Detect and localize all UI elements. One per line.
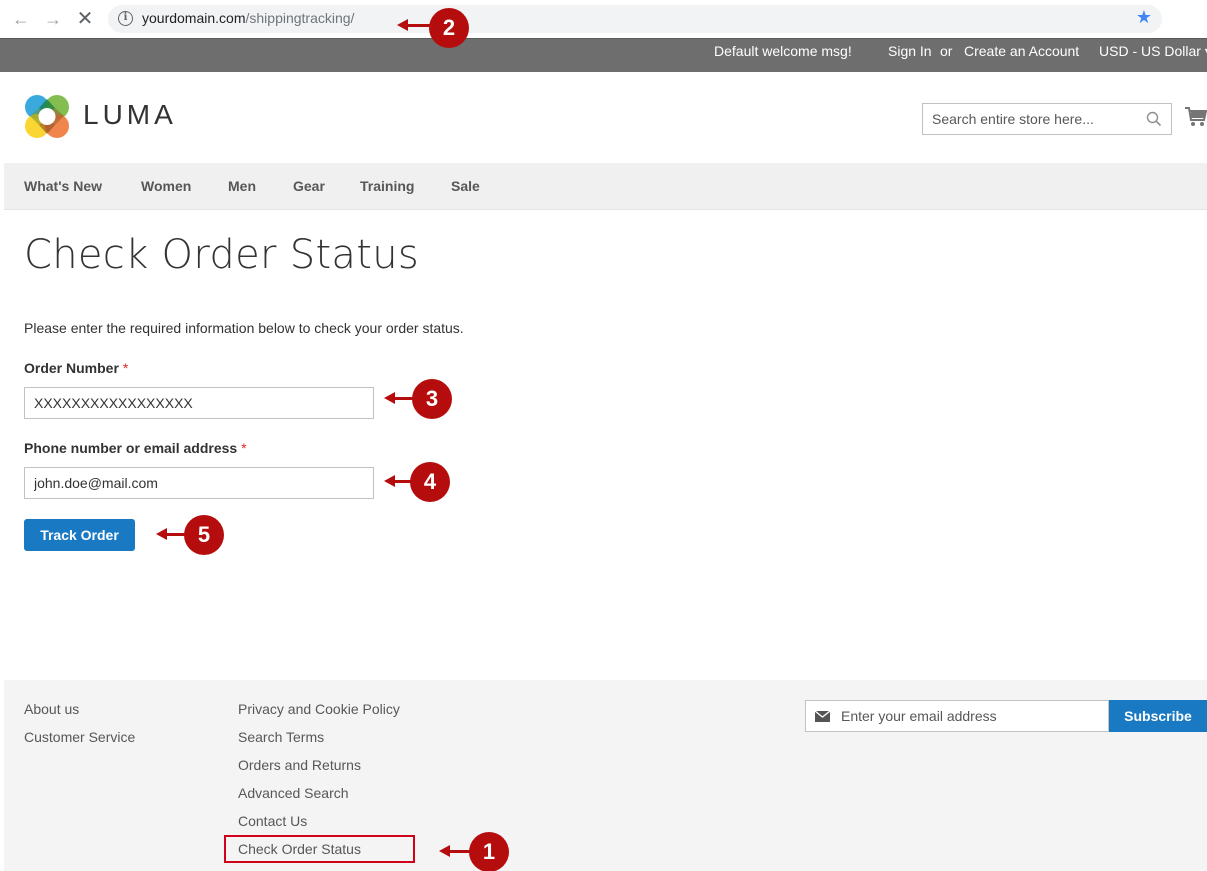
annotation-callout-3: 3	[412, 379, 452, 419]
nav-item-women[interactable]: Women	[141, 178, 191, 194]
annotation-callout-5: 5	[184, 515, 224, 555]
annotation-arrow-2	[397, 19, 431, 31]
newsletter-email-input[interactable]	[836, 701, 1106, 731]
search-icon[interactable]	[1146, 111, 1162, 127]
annotation-highlight-box	[224, 835, 415, 863]
forward-arrow-icon[interactable]: →	[42, 8, 64, 30]
order-number-label-text: Order Number	[24, 360, 119, 376]
annotation-callout-4: 4	[410, 462, 450, 502]
currency-switcher[interactable]: USD - US Dollar ▾	[1099, 43, 1207, 60]
search-input[interactable]	[923, 104, 1143, 134]
step-number: 5	[184, 515, 224, 555]
bookmark-star-icon[interactable]: ★	[1136, 7, 1152, 28]
nav-item-gear[interactable]: Gear	[293, 178, 325, 194]
sign-in-link[interactable]: Sign In	[888, 43, 932, 59]
annotation-arrow-1	[439, 845, 471, 857]
step-number: 3	[412, 379, 452, 419]
subscribe-button[interactable]: Subscribe	[1109, 700, 1207, 732]
track-order-button[interactable]: Track Order	[24, 519, 135, 551]
address-bar[interactable]: i yourdomain.com/shippingtracking/ ★	[108, 5, 1162, 33]
footer-link-privacy[interactable]: Privacy and Cookie Policy	[238, 701, 400, 717]
main-navigation: What's New Women Men Gear Training Sale	[4, 163, 1207, 210]
footer-link-orders-returns[interactable]: Orders and Returns	[238, 757, 361, 773]
create-account-link[interactable]: Create an Account	[964, 43, 1079, 59]
annotation-callout-2: 2	[429, 8, 469, 48]
top-panel-header: Default welcome msg! Sign In or Create a…	[0, 38, 1207, 72]
browser-toolbar: ← → ✕ i yourdomain.com/shippingtracking/…	[0, 0, 1207, 38]
intro-text: Please enter the required information be…	[24, 320, 464, 336]
envelope-icon	[815, 711, 830, 722]
order-number-input[interactable]	[24, 387, 374, 419]
contact-label-text: Phone number or email address	[24, 440, 238, 456]
required-asterisk: *	[241, 440, 247, 456]
annotation-arrow-5	[156, 528, 186, 540]
back-arrow-icon[interactable]: ←	[10, 8, 32, 30]
annotation-arrow-3	[384, 392, 414, 404]
shopping-cart-icon[interactable]	[1184, 105, 1207, 129]
url-domain: yourdomain.com	[142, 10, 246, 26]
url-path: /shippingtracking/	[245, 10, 355, 26]
nav-item-men[interactable]: Men	[228, 178, 256, 194]
page-title: Check Order Status	[24, 232, 420, 278]
phone-or-email-input[interactable]	[24, 467, 374, 499]
footer-link-customer-service[interactable]: Customer Service	[24, 729, 135, 745]
luma-logo-icon[interactable]	[24, 94, 70, 139]
store-search	[922, 103, 1172, 135]
nav-item-sale[interactable]: Sale	[451, 178, 480, 194]
annotation-callout-1: 1	[469, 832, 509, 871]
step-number: 4	[410, 462, 450, 502]
step-number: 2	[429, 8, 469, 48]
footer-link-about-us[interactable]: About us	[24, 701, 79, 717]
or-separator: or	[940, 43, 953, 59]
footer-link-advanced-search[interactable]: Advanced Search	[238, 785, 349, 801]
url-text[interactable]: yourdomain.com/shippingtracking/	[142, 10, 354, 26]
contact-label: Phone number or email address *	[24, 440, 247, 456]
nav-item-whats-new[interactable]: What's New	[24, 178, 102, 194]
stop-loading-icon[interactable]: ✕	[74, 8, 96, 30]
nav-item-training[interactable]: Training	[360, 178, 414, 194]
newsletter-field	[805, 700, 1109, 732]
required-asterisk: *	[122, 360, 129, 376]
footer-link-search-terms[interactable]: Search Terms	[238, 729, 324, 745]
footer-link-contact-us[interactable]: Contact Us	[238, 813, 307, 829]
step-number: 1	[469, 832, 509, 871]
logo-text[interactable]: LUMA	[83, 99, 177, 131]
order-number-label: Order Number *	[24, 360, 128, 376]
site-info-icon[interactable]: i	[118, 11, 133, 26]
welcome-message: Default welcome msg!	[714, 43, 852, 59]
